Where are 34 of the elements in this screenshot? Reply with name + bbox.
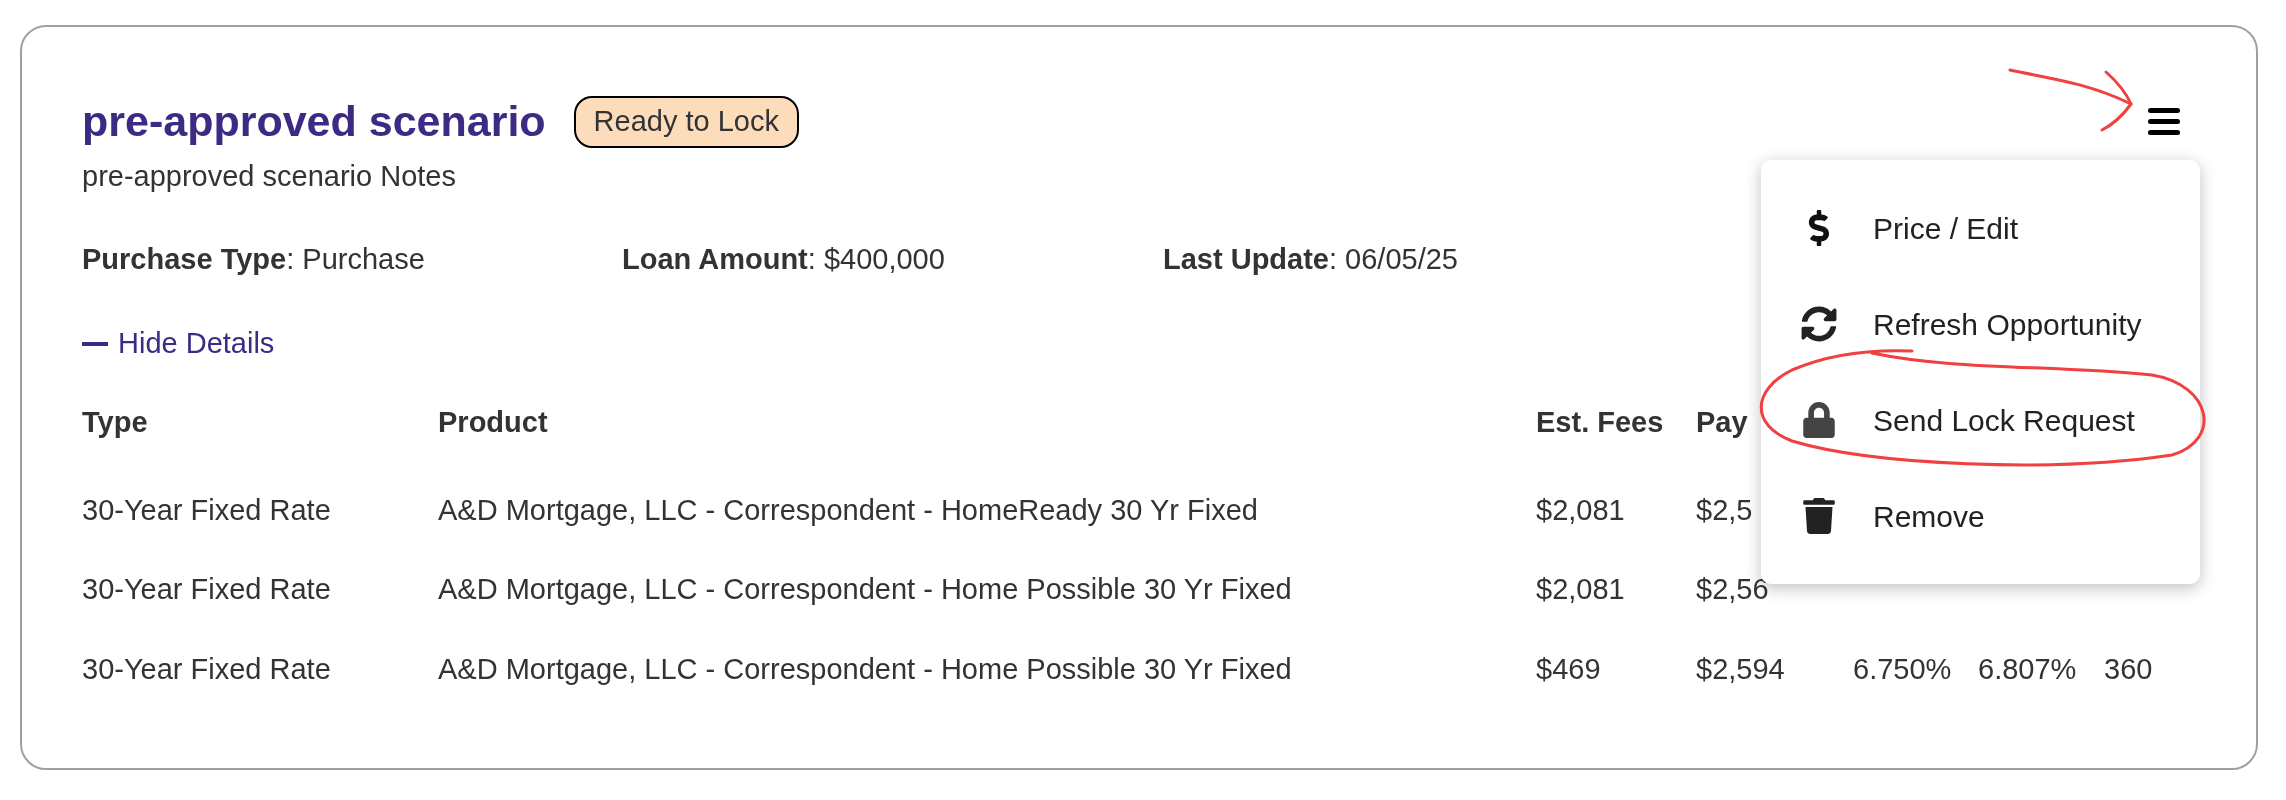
scenario-notes: pre-approved scenario Notes xyxy=(82,158,457,194)
column-header: Pay xyxy=(1696,405,1748,441)
menu-icon[interactable] xyxy=(2148,108,2180,136)
table-cell-text: 30-Year Fixed Rate xyxy=(82,492,331,528)
menu-item[interactable]: Send Lock Request xyxy=(1761,372,2200,468)
table-cell-text: 30-Year Fixed Rate xyxy=(82,572,331,608)
table-cell-text: A&D Mortgage, LLC - Correspondent - Home Possible 30 Yr Fixed xyxy=(438,651,1292,687)
menu-item[interactable]: Price / Edit xyxy=(1761,180,2200,276)
table-cell-text: $2,5 xyxy=(1696,492,1753,528)
summary-field: Last Update: 06/05/25 xyxy=(1163,238,1703,282)
lock-icon xyxy=(1801,402,1837,438)
status-badge: Ready to Lock xyxy=(573,96,799,148)
table-cell-text: $2,594 xyxy=(1696,651,1785,687)
summary-field: Purchase Type: Purchase xyxy=(82,238,622,282)
table-cell-text: $2,081 xyxy=(1536,572,1625,608)
table-cell-text: 360 xyxy=(2104,651,2153,687)
refresh-icon xyxy=(1801,306,1837,342)
scenario-title: pre-approved scenario xyxy=(82,96,546,147)
table-cell-text: A&D Mortgage, LLC - Correspondent - HomeReady 30 Yr Fixed xyxy=(438,492,1258,528)
table-cell-text: 6.807% xyxy=(1978,651,2077,687)
summary-field: Loan Amount: $400,000 xyxy=(622,238,1163,282)
table-cell-text: A&D Mortgage, LLC - Correspondent - Home Possible 30 Yr Fixed xyxy=(438,572,1292,608)
column-header: Product xyxy=(438,405,548,441)
table-cell-text: $469 xyxy=(1536,651,1601,687)
menu-item[interactable]: Remove xyxy=(1761,468,2200,564)
table-cell-text: $2,081 xyxy=(1536,492,1625,528)
menu-item[interactable]: Refresh Opportunity xyxy=(1761,276,2200,372)
column-header: Est. Fees xyxy=(1536,405,1664,441)
column-header: Type xyxy=(82,405,148,441)
table-cell-text: 30-Year Fixed Rate xyxy=(82,651,331,687)
details-toggle[interactable]: Hide Details xyxy=(82,321,275,366)
table-cell-text: 6.750% xyxy=(1853,651,1952,687)
trash-icon xyxy=(1801,498,1837,534)
table-cell-text: $2,56 xyxy=(1696,572,1769,608)
